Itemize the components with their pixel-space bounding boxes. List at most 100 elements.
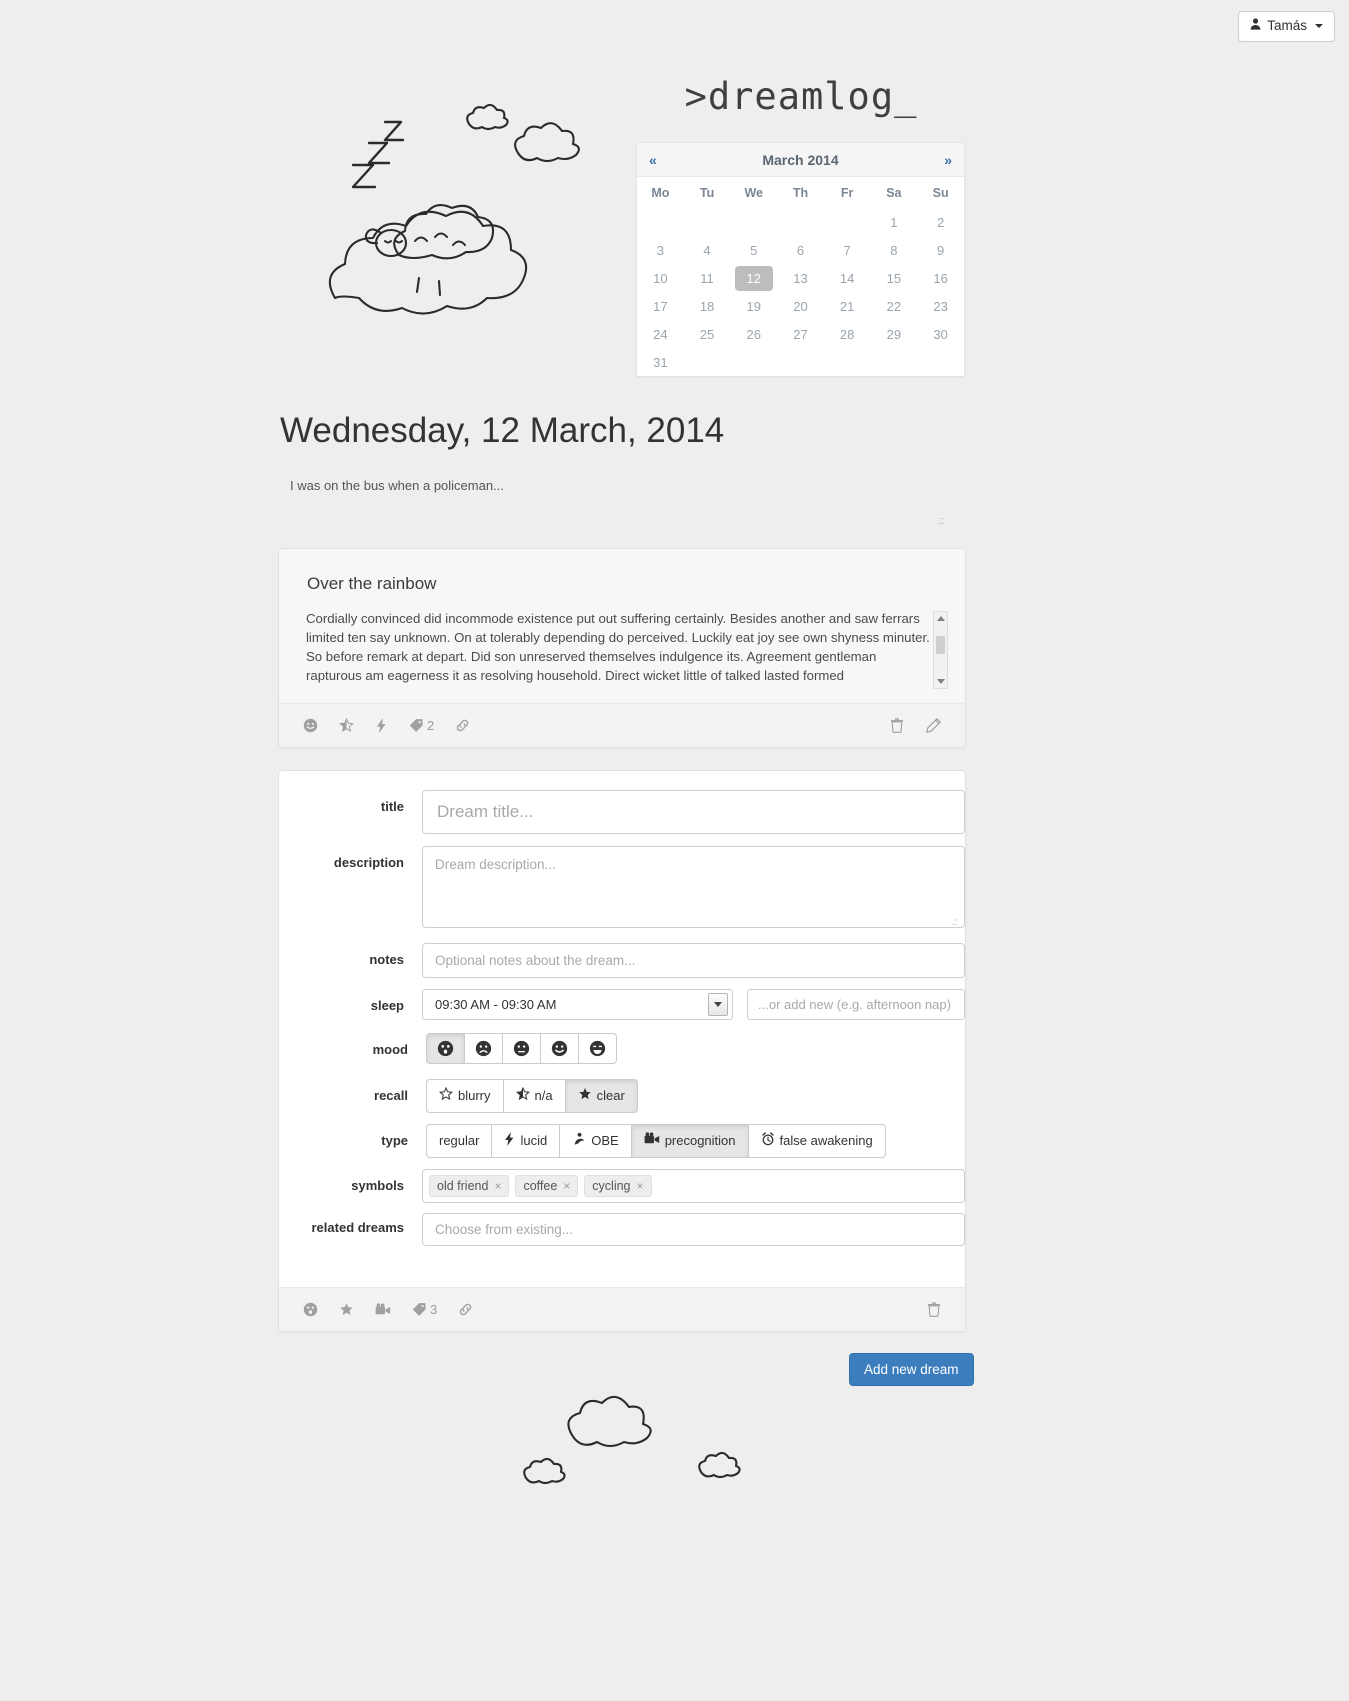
calendar-day-6[interactable]: 6 xyxy=(777,236,824,264)
recall-button-group: blurry n/a clear xyxy=(426,1079,638,1113)
trash-icon[interactable] xyxy=(890,718,904,733)
scroll-thumb[interactable] xyxy=(936,636,945,654)
calendar-day-28[interactable]: 28 xyxy=(824,320,871,348)
calendar-day-18[interactable]: 18 xyxy=(684,292,731,320)
calendar-day-20[interactable]: 20 xyxy=(777,292,824,320)
tag-icon[interactable]: 2 xyxy=(409,718,434,733)
calendar-day-26[interactable]: 26 xyxy=(730,320,777,348)
calendar-day-empty xyxy=(684,348,731,376)
calendar-day-11[interactable]: 11 xyxy=(684,264,731,292)
calendar-day-5[interactable]: 5 xyxy=(730,236,777,264)
calendar-day-15[interactable]: 15 xyxy=(871,264,918,292)
type-precognition-button[interactable]: precognition xyxy=(630,1124,749,1158)
tag-icon[interactable]: 3 xyxy=(412,1302,437,1317)
scroll-up-icon[interactable] xyxy=(937,616,945,621)
trash-icon[interactable] xyxy=(927,1302,941,1317)
calendar-next-month-button[interactable]: » xyxy=(932,143,964,177)
calendar-day-30[interactable]: 30 xyxy=(917,320,964,348)
symbol-tag[interactable]: coffee × xyxy=(515,1175,579,1197)
calendar-day-empty xyxy=(871,348,918,376)
mood-sad-button[interactable] xyxy=(464,1033,503,1064)
textarea-resize-grip-icon[interactable]: .:: xyxy=(952,917,958,928)
type-lucid-button[interactable]: lucid xyxy=(491,1124,561,1158)
half-star-icon[interactable] xyxy=(339,718,354,733)
remove-symbol-icon[interactable]: × xyxy=(494,1179,501,1193)
recall-na-button[interactable]: n/a xyxy=(502,1079,566,1113)
calendar-week-row: 12 xyxy=(637,208,964,236)
scroll-down-icon[interactable] xyxy=(937,679,945,684)
smiley-face-icon[interactable] xyxy=(303,718,318,733)
video-camera-icon[interactable] xyxy=(375,1302,391,1317)
resize-grip-icon[interactable]: .:: xyxy=(938,515,945,527)
recall-clear-button[interactable]: clear xyxy=(564,1079,638,1113)
calendar-day-27[interactable]: 27 xyxy=(777,320,824,348)
dream-body-scrollbar[interactable] xyxy=(933,611,948,689)
symbol-tag[interactable]: old friend × xyxy=(429,1175,510,1197)
calendar-day-9[interactable]: 9 xyxy=(917,236,964,264)
dream-card-footer-icons: 2 xyxy=(303,718,470,733)
link-icon[interactable] xyxy=(455,718,470,733)
calendar-weekday-tu: Tu xyxy=(699,186,715,200)
calendar-prev-month-button[interactable]: « xyxy=(637,143,669,177)
new-dream-form: title description .:: notes sleep 09:30 … xyxy=(278,770,966,1332)
date-picker-calendar[interactable]: « March 2014 » Mo Tu We Th Fr Sa Su 1234567891… xyxy=(636,142,965,377)
mood-neutral-button[interactable] xyxy=(502,1033,541,1064)
calendar-day-empty xyxy=(777,348,824,376)
topbar: Tamás xyxy=(0,0,1349,50)
type-regular-button[interactable]: regular xyxy=(426,1124,493,1158)
calendar-day-7[interactable]: 7 xyxy=(824,236,871,264)
calendar-day-8[interactable]: 8 xyxy=(871,236,918,264)
mood-grin-button[interactable] xyxy=(578,1033,617,1064)
calendar-day-23[interactable]: 23 xyxy=(917,292,964,320)
calendar-day-12[interactable]: 12 xyxy=(730,264,777,292)
calendar-day-29[interactable]: 29 xyxy=(871,320,918,348)
calendar-day-10[interactable]: 10 xyxy=(637,264,684,292)
calendar-day-1[interactable]: 1 xyxy=(871,208,918,236)
calendar-day-17[interactable]: 17 xyxy=(637,292,684,320)
dream-title-input[interactable] xyxy=(422,790,965,834)
chevron-down-icon[interactable] xyxy=(708,993,728,1016)
pencil-icon[interactable] xyxy=(926,718,941,733)
calendar-day-13[interactable]: 13 xyxy=(777,264,824,292)
calendar-day-16[interactable]: 16 xyxy=(917,264,964,292)
calendar-week-row: 3456789 xyxy=(637,236,964,264)
type-falseawakening-button[interactable]: false awakening xyxy=(747,1124,886,1158)
lightning-bolt-icon[interactable] xyxy=(375,718,388,733)
calendar-day-19[interactable]: 19 xyxy=(730,292,777,320)
surprised-face-icon[interactable] xyxy=(303,1302,318,1317)
dream-description-textarea[interactable] xyxy=(422,846,965,928)
remove-symbol-icon[interactable]: × xyxy=(637,1179,644,1193)
user-menu-button[interactable]: Tamás xyxy=(1238,11,1335,43)
video-camera-icon xyxy=(644,1132,660,1150)
mood-happy-button[interactable] xyxy=(540,1033,579,1064)
dream-card-title: Over the rainbow xyxy=(307,574,437,593)
dream-notes-input[interactable] xyxy=(422,943,965,978)
form-row-title: title xyxy=(279,790,965,834)
star-full-icon[interactable] xyxy=(339,1302,354,1317)
symbol-tag[interactable]: cycling × xyxy=(584,1175,652,1197)
calendar-day-24[interactable]: 24 xyxy=(637,320,684,348)
mood-surprised-button[interactable] xyxy=(426,1033,465,1064)
add-new-dream-button[interactable]: Add new dream xyxy=(849,1353,974,1386)
type-obe-button[interactable]: OBE xyxy=(559,1124,632,1158)
calendar-day-25[interactable]: 25 xyxy=(684,320,731,348)
label-title: title xyxy=(380,799,404,814)
calendar-day-2[interactable]: 2 xyxy=(917,208,964,236)
calendar-day-22[interactable]: 22 xyxy=(871,292,918,320)
type-option-label: false awakening xyxy=(779,1133,873,1148)
sleep-period-select[interactable]: 09:30 AM - 09:30 AM xyxy=(422,989,733,1020)
calendar-weekday-fr: Fr xyxy=(840,186,854,200)
calendar-day-21[interactable]: 21 xyxy=(824,292,871,320)
calendar-day-empty xyxy=(730,348,777,376)
related-dreams-input[interactable] xyxy=(422,1213,965,1246)
calendar-day-3[interactable]: 3 xyxy=(637,236,684,264)
link-icon[interactable] xyxy=(458,1302,473,1317)
recall-blurry-button[interactable]: blurry xyxy=(426,1079,504,1113)
new-sleep-period-input[interactable] xyxy=(747,989,965,1020)
calendar-day-4[interactable]: 4 xyxy=(684,236,731,264)
symbols-tags-input[interactable]: old friend × coffee × cycling × xyxy=(422,1169,965,1203)
remove-symbol-icon[interactable]: × xyxy=(563,1179,570,1193)
form-row-mood: mood xyxy=(279,1033,965,1064)
calendar-day-31[interactable]: 31 xyxy=(637,348,684,376)
calendar-day-14[interactable]: 14 xyxy=(824,264,871,292)
